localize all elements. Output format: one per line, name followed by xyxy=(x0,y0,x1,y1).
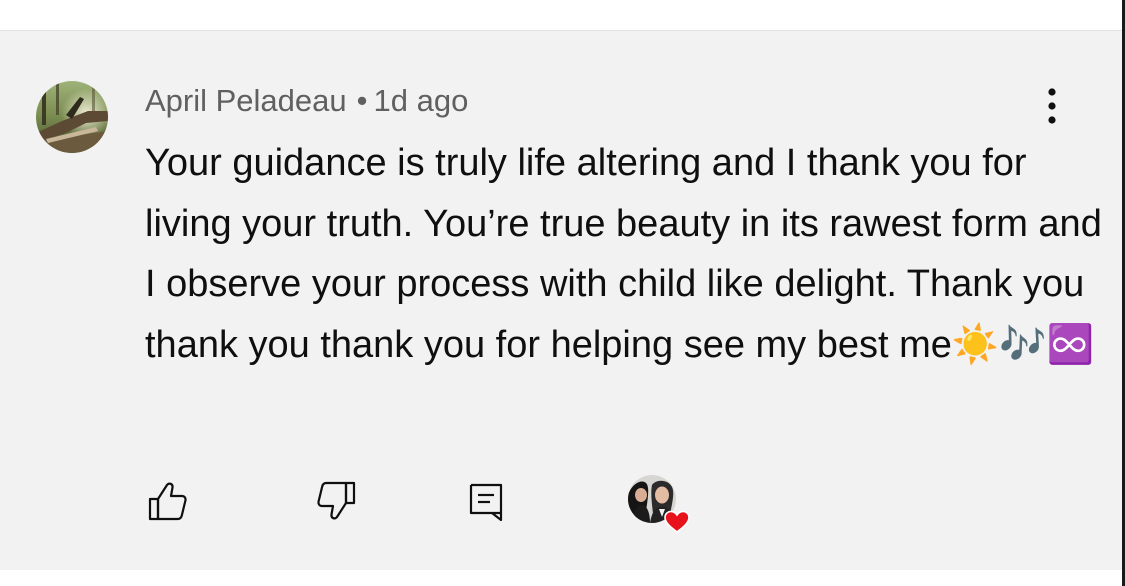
comment-card: April Peladeau • 1d ago Your guidance is t… xyxy=(0,30,1122,570)
thumbs-up-icon xyxy=(148,482,187,521)
more-options-button[interactable] xyxy=(1034,87,1070,127)
more-vert-icon xyxy=(1048,88,1056,124)
author-name[interactable]: April Peladeau xyxy=(145,83,347,118)
avatar[interactable] xyxy=(36,81,108,153)
avatar-image xyxy=(36,81,108,153)
meta-separator: • xyxy=(356,83,368,118)
comment-text: Your guidance is truly life altering and… xyxy=(145,142,1102,366)
reply-comment-icon xyxy=(469,483,503,522)
comment-meta: April Peladeau • 1d ago xyxy=(145,83,468,119)
like-button[interactable] xyxy=(148,481,188,521)
dislike-button[interactable] xyxy=(316,481,356,521)
thumbs-down-icon xyxy=(317,481,356,520)
creator-heart-badge xyxy=(628,475,692,535)
reply-button[interactable] xyxy=(468,481,508,522)
comment-timestamp[interactable]: 1d ago xyxy=(374,83,469,118)
creator-heart-icon xyxy=(628,475,690,534)
comment-page: April Peladeau • 1d ago Your guidance is t… xyxy=(0,0,1125,586)
